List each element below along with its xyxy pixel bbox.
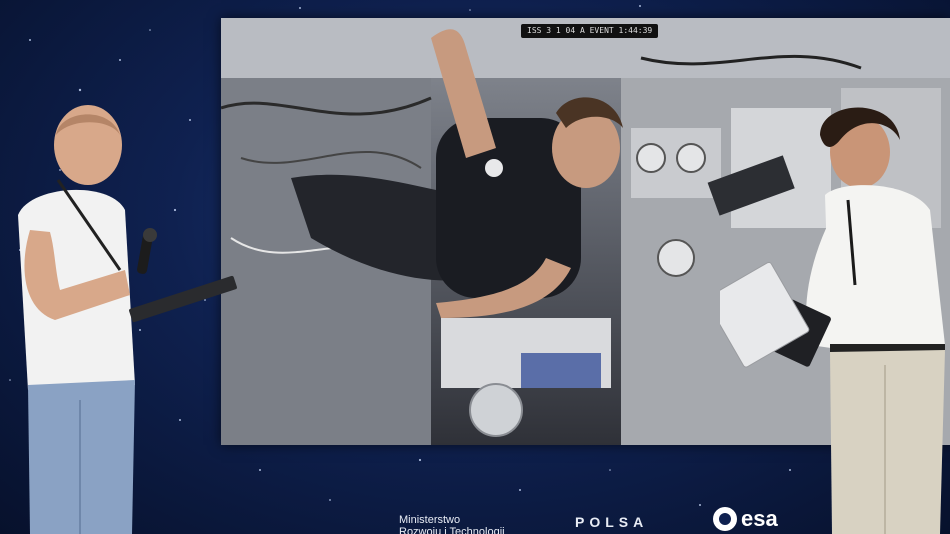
jeans [28,380,135,534]
ministry-line2: Rozwoju i Technologii [399,526,505,534]
esa-logo: esa [713,506,778,532]
white-shirt [825,185,945,350]
esa-wordmark: esa [741,506,778,531]
polsa-logo: POLSA [575,514,649,530]
tablet-left [129,275,237,323]
esa-emblem-icon [713,507,737,531]
beige-trousers [830,350,945,534]
ministry-logo-text: Ministerstwo Rozwoju i Technologii [399,514,505,534]
video-overlay-timestamp: ISS 3 1 04 A EVENT 1:44:39 [521,24,659,38]
presenter-left [18,105,237,534]
ministry-line1: Ministerstwo [399,514,461,526]
presenter-right [720,107,945,534]
